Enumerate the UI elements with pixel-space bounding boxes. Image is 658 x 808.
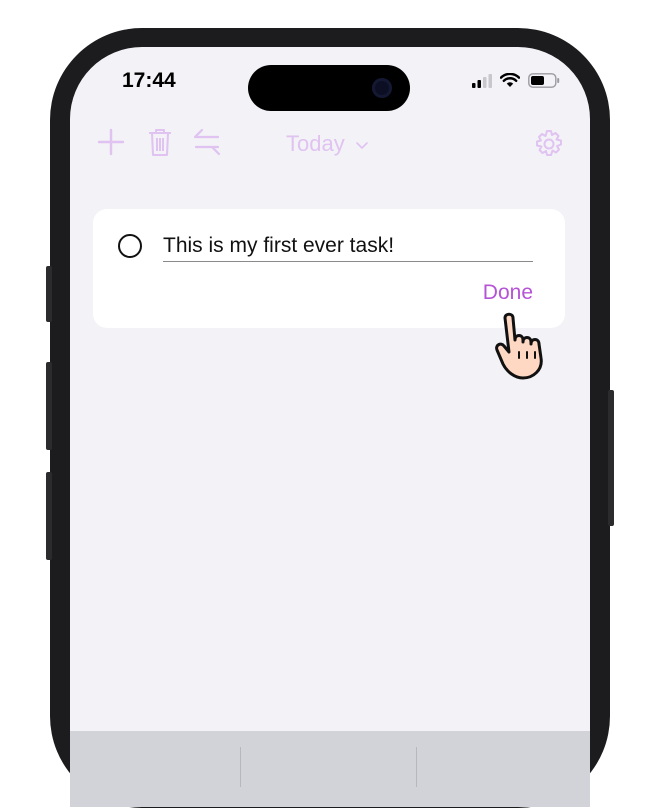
status-time: 17:44 <box>122 69 176 92</box>
pointing-hand-cursor-icon <box>495 312 543 380</box>
swap-arrows-icon[interactable] <box>192 127 222 157</box>
power-button <box>608 390 614 526</box>
task-text-field[interactable]: This is my first ever task! <box>163 233 533 262</box>
done-button[interactable]: Done <box>483 281 533 305</box>
chevron-down-icon <box>356 142 368 150</box>
battery-icon <box>528 73 560 88</box>
cellular-signal-icon <box>472 73 492 88</box>
side-button <box>46 266 52 322</box>
status-icons <box>472 73 560 88</box>
trash-icon[interactable] <box>147 127 173 157</box>
suggestion-divider <box>416 747 417 787</box>
volume-up-button <box>46 362 52 450</box>
wifi-icon <box>500 73 520 87</box>
volume-down-button <box>46 472 52 560</box>
camera-icon <box>372 78 392 98</box>
plus-icon[interactable] <box>96 127 126 157</box>
suggestion-divider <box>240 747 241 787</box>
task-checkbox[interactable] <box>118 234 142 258</box>
app-screen: 17:44 Today This is my first ever task! … <box>70 47 590 807</box>
date-selector-label: Today <box>286 131 345 156</box>
dynamic-island <box>248 65 410 111</box>
date-selector[interactable]: Today <box>286 131 369 157</box>
keyboard-suggestion-bar <box>70 731 590 807</box>
gear-icon[interactable] <box>534 129 564 159</box>
